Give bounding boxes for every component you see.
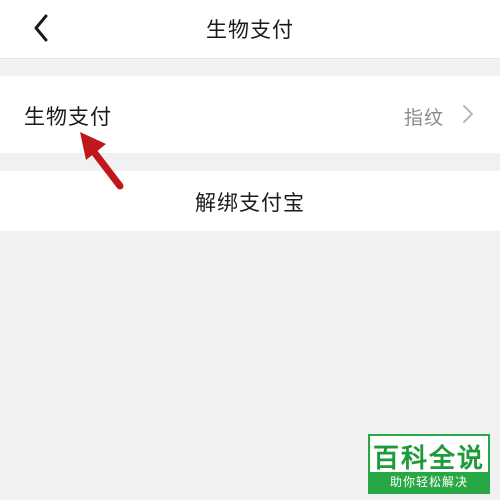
chevron-right-icon: [463, 105, 473, 123]
biometric-payment-row[interactable]: 生物支付 指纹: [0, 76, 500, 153]
page-title: 生物支付: [206, 18, 294, 42]
unbind-alipay-label: 解绑支付宝: [195, 191, 305, 215]
watermark-title: 百科全说: [372, 444, 485, 474]
watermark-subtitle: 助你轻松解决: [370, 472, 488, 492]
biometric-payment-page: 生物支付 生物支付 指纹 解绑支付宝 百科全说 助你轻松解决: [0, 0, 500, 500]
biometric-payment-label: 生物支付: [24, 105, 112, 129]
biometric-method-value: 指纹: [403, 107, 444, 129]
watermark-logo: 百科全说 助你轻松解决: [368, 434, 490, 494]
unbind-alipay-button[interactable]: 解绑支付宝: [0, 171, 500, 231]
navigation-bar: 生物支付: [0, 0, 500, 59]
